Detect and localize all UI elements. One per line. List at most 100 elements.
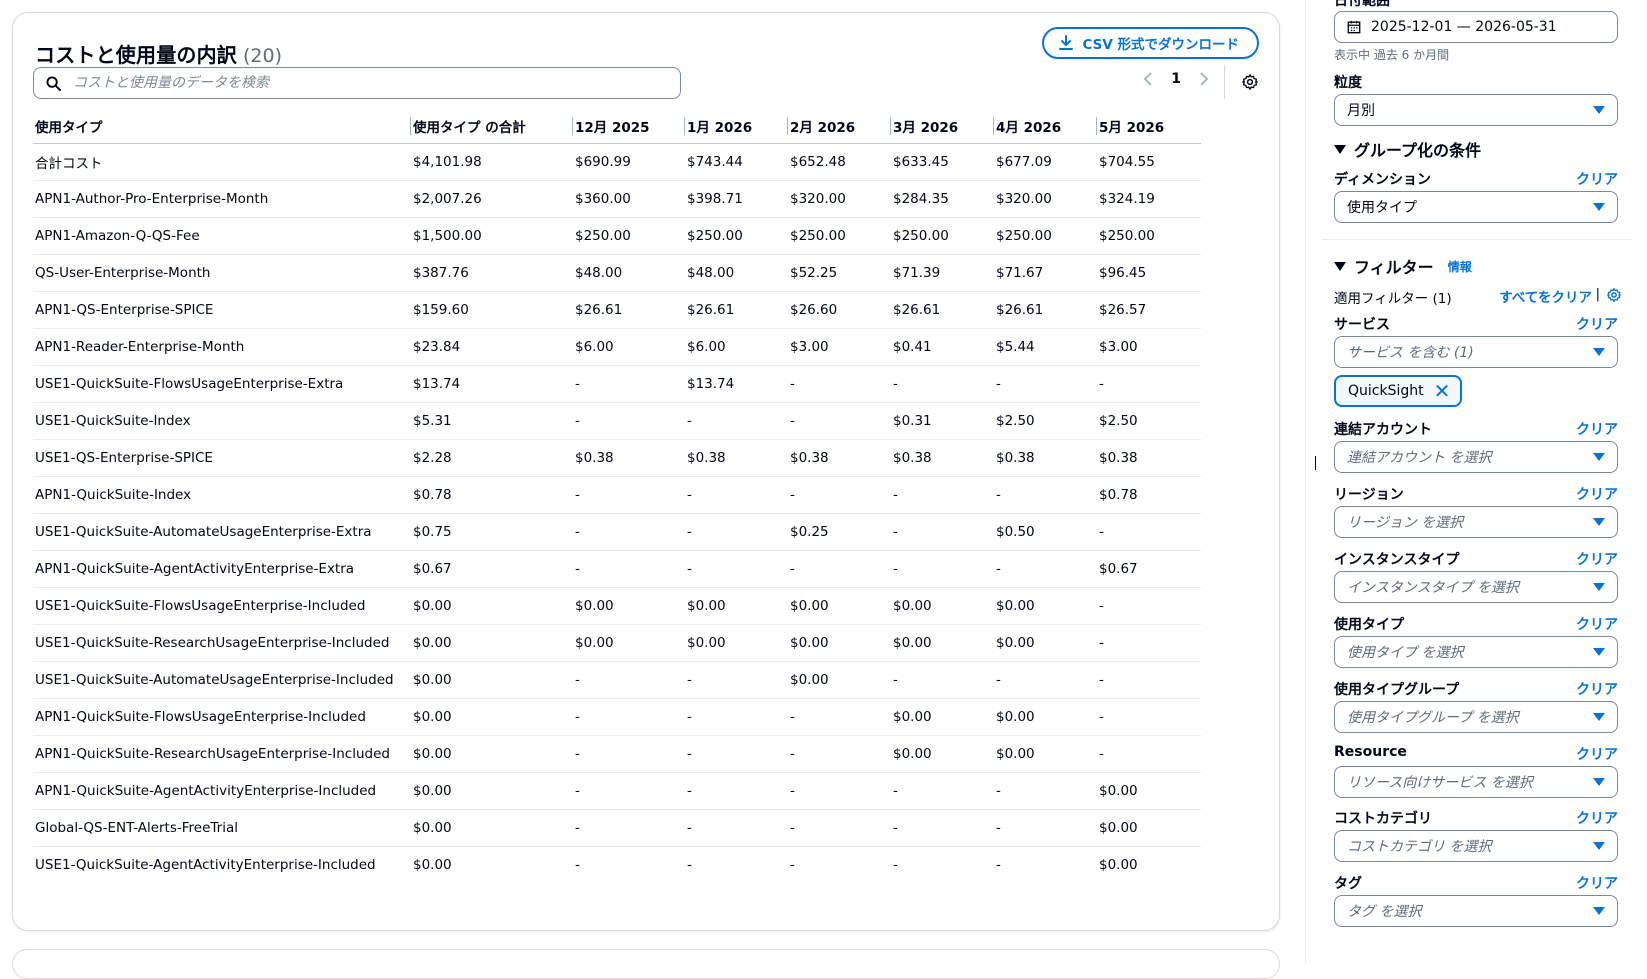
instance-type-clear-link[interactable]: クリア xyxy=(1576,549,1618,569)
column-header-label: 使用タイプ の合計 xyxy=(413,119,526,136)
cost-cell: - xyxy=(1097,735,1201,773)
cost-cell: - xyxy=(788,735,891,773)
date-range-picker[interactable]: 2025-12-01 — 2026-05-31 xyxy=(1334,11,1618,43)
cost-cell: $48.00 xyxy=(573,254,685,292)
cost-cell: $52.25 xyxy=(788,254,891,292)
cost-category-placeholder: コストカテゴリ を選択 xyxy=(1347,839,1492,855)
cost-cell: $250.00 xyxy=(994,217,1097,255)
cost-cell: $652.48 xyxy=(788,143,891,181)
usage-type-select[interactable]: 使用タイプ を選択 xyxy=(1334,636,1618,668)
table-header-row: 使用タイプ 使用タイプ の合計 12月 2025 1月 2026 2月 2026… xyxy=(33,109,1201,144)
column-header[interactable]: 使用タイプ の合計 xyxy=(411,109,573,144)
usage-type-cell: Global-QS-ENT-Alerts-FreeTrial xyxy=(33,809,411,847)
granularity-select[interactable]: 月別 xyxy=(1334,94,1618,126)
cost-cell: $13.74 xyxy=(685,365,788,403)
cost-cell: $320.00 xyxy=(994,180,1097,218)
column-header[interactable]: 2月 2026 xyxy=(788,109,891,144)
cost-cell: - xyxy=(788,698,891,736)
column-header[interactable]: 1月 2026 xyxy=(685,109,788,144)
dimension-value: 使用タイプ xyxy=(1347,200,1417,216)
cost-cell: - xyxy=(994,476,1097,514)
service-select[interactable]: サービス を含む (1) xyxy=(1334,336,1618,368)
region-select[interactable]: リージョン を選択 xyxy=(1334,506,1618,538)
cost-cell: $0.67 xyxy=(1097,550,1201,588)
search-input[interactable] xyxy=(71,74,668,92)
cost-cell: $398.71 xyxy=(685,180,788,218)
linked-account-clear-link[interactable]: クリア xyxy=(1576,419,1618,439)
text-cursor xyxy=(1315,456,1316,470)
cost-cell: $0.00 xyxy=(1097,809,1201,847)
usage-type-cell: APN1-Amazon-Q-QS-Fee xyxy=(33,217,411,255)
column-header[interactable]: 使用タイプ xyxy=(33,109,411,144)
cost-cell: - xyxy=(790,856,795,873)
tag-select[interactable]: タグ を選択 xyxy=(1334,895,1618,927)
date-range-hint: 表示中 過去 6 か月間 xyxy=(1334,48,1450,62)
table-row: APN1-QS-Enterprise-SPICE $159.60 $26.61 $26… xyxy=(33,291,1201,329)
usage-type-cell: APN1-Author-Pro-Enterprise-Month xyxy=(33,180,411,218)
next-panel xyxy=(12,949,1280,979)
usage-type-clear-link[interactable]: クリア xyxy=(1576,614,1618,634)
region-clear-link[interactable]: クリア xyxy=(1576,484,1618,504)
linked-account-select[interactable]: 連結アカウント を選択 xyxy=(1334,441,1618,473)
usage-type-group-select[interactable]: 使用タイプグループ を選択 xyxy=(1334,701,1618,733)
usage-type-group-clear-link[interactable]: クリア xyxy=(1576,679,1618,699)
cost-cell: - xyxy=(573,513,685,551)
cost-cell: $0.00 xyxy=(685,624,788,662)
date-range-value: 2025-12-01 — 2026-05-31 xyxy=(1371,19,1557,35)
search-box[interactable] xyxy=(33,67,681,99)
usage-type-cell: APN1-QuickSuite-FlowsUsageEnterprise-Inc… xyxy=(33,698,411,736)
table-row: APN1-Amazon-Q-QS-Fee $1,500.00 $250.00 $250… xyxy=(33,217,1201,255)
cost-cell: - xyxy=(685,735,788,773)
column-header[interactable]: 3月 2026 xyxy=(891,109,994,144)
cost-cell: - xyxy=(685,809,788,847)
filters-heading: フィルター xyxy=(1354,258,1434,277)
usage-type-cell: APN1-QS-Enterprise-SPICE xyxy=(33,291,411,329)
usage-type-cell: USE1-QuickSuite-AgentActivityEnterprise-… xyxy=(35,856,376,873)
usage-type-cell: USE1-QuickSuite-Index xyxy=(33,402,411,440)
cost-category-select[interactable]: コストカテゴリ を選択 xyxy=(1334,830,1618,862)
cost-cell: $6.00 xyxy=(685,328,788,366)
table-settings-button[interactable] xyxy=(1237,69,1263,95)
filters-section-toggle[interactable]: フィルター 情報 xyxy=(1334,254,1472,278)
usage-type-cell: APN1-Reader-Enterprise-Month xyxy=(33,328,411,366)
clear-all-link[interactable]: すべてをクリア xyxy=(1499,286,1592,306)
column-header-label: 2月 2026 xyxy=(790,119,856,136)
chevron-right-icon[interactable] xyxy=(1199,72,1209,86)
chevron-left-icon[interactable] xyxy=(1143,72,1153,86)
service-clear-link[interactable]: クリア xyxy=(1576,314,1618,334)
cost-cell: $26.61 xyxy=(994,291,1097,329)
cost-cell: $0.00 xyxy=(891,587,994,625)
tag-clear-link[interactable]: クリア xyxy=(1576,873,1618,893)
table-row: USE1-QuickSuite-AutomateUsageEnterprise-… xyxy=(33,661,1201,699)
column-header[interactable]: 4月 2026 xyxy=(994,109,1097,144)
cost-cell: - xyxy=(788,476,891,514)
resource-placeholder: リソース向けサービス を選択 xyxy=(1347,775,1533,791)
csv-download-button[interactable]: CSV 形式でダウンロード xyxy=(1042,27,1259,59)
cost-category-clear-link[interactable]: クリア xyxy=(1576,808,1618,828)
column-header[interactable]: 5月 2026 xyxy=(1097,109,1201,144)
usage-type-group-label: 使用タイプグループ xyxy=(1334,682,1460,698)
table-row: APN1-QuickSuite-ResearchUsageEnterprise-… xyxy=(33,735,1201,773)
cost-cell: $0.78 xyxy=(1097,476,1201,514)
cost-cell: - xyxy=(573,476,685,514)
gear-icon[interactable] xyxy=(1606,287,1622,303)
table-row: USE1-QuickSuite-ResearchUsageEnterprise-… xyxy=(33,624,1201,662)
cost-cell: $2,007.26 xyxy=(411,180,573,218)
cost-cell: $0.38 xyxy=(573,439,685,477)
close-icon[interactable]: ✕ xyxy=(1434,381,1451,401)
column-header[interactable]: 12月 2025 xyxy=(573,109,685,144)
filters-info-link[interactable]: 情報 xyxy=(1448,258,1472,275)
resource-clear-link[interactable]: クリア xyxy=(1576,744,1618,764)
instance-type-label: インスタンスタイプ xyxy=(1334,552,1460,568)
dimension-clear-link[interactable]: クリア xyxy=(1576,169,1618,189)
separator: | xyxy=(1595,287,1600,302)
column-header-label: 1月 2026 xyxy=(687,119,753,136)
usage-type-cell: USE1-QuickSuite-ResearchUsageEnterprise-… xyxy=(33,624,411,662)
cost-cell: $0.25 xyxy=(788,513,891,551)
page-number[interactable]: 1 xyxy=(1171,71,1181,87)
dimension-select[interactable]: 使用タイプ xyxy=(1334,191,1618,223)
group-by-section-toggle[interactable]: グループ化の条件 xyxy=(1334,137,1481,161)
resource-select[interactable]: リソース向けサービス を選択 xyxy=(1334,766,1618,798)
cost-cell: $26.61 xyxy=(685,291,788,329)
instance-type-select[interactable]: インスタンスタイプ を選択 xyxy=(1334,571,1618,603)
